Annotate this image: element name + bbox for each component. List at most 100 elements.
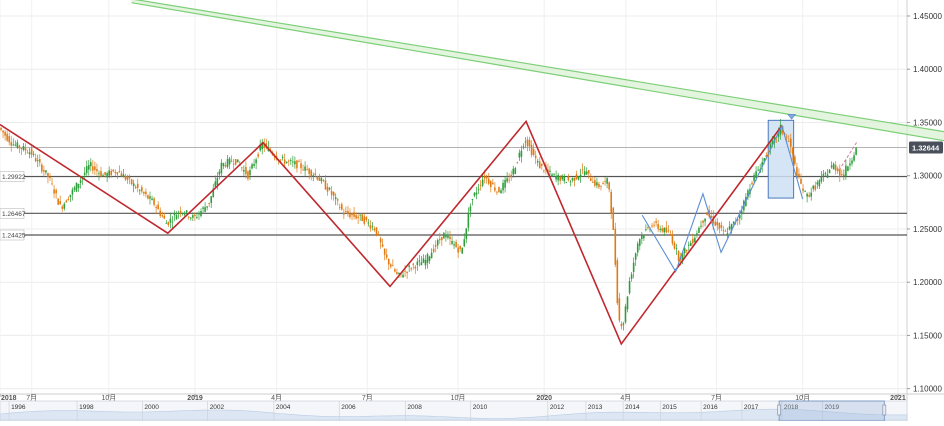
level-label: 1.26467	[2, 211, 26, 218]
candle-body	[338, 207, 341, 209]
candle-body	[526, 139, 529, 147]
candle-body	[714, 221, 717, 226]
candle-body	[369, 225, 372, 229]
candle-body	[355, 215, 357, 219]
candle-body	[555, 176, 557, 180]
candle-body	[128, 176, 131, 179]
navigator-window[interactable]	[778, 400, 885, 422]
navigator-label: 2008	[407, 404, 422, 411]
candle-body	[155, 207, 157, 209]
candle-body	[490, 181, 492, 188]
candle-body	[514, 168, 517, 174]
candle-body	[804, 191, 806, 192]
y-tick-label: 1.15000	[913, 331, 942, 340]
candle-body	[443, 232, 445, 239]
candle-body	[494, 187, 496, 191]
candle-body	[455, 242, 457, 248]
candle-body	[16, 142, 19, 148]
candle-body	[85, 166, 88, 174]
candle-body	[177, 212, 180, 214]
candle-body	[30, 148, 33, 155]
candle-body	[851, 160, 853, 164]
candle-body	[434, 245, 437, 247]
forex-chart[interactable]: 1.29922 1.26467 1.24425 1.45000 1.40000 1.35…	[0, 0, 944, 422]
navigator-label: 2014	[625, 404, 640, 411]
candle-body	[14, 144, 17, 146]
candle-body	[183, 214, 186, 216]
candle-body	[457, 247, 459, 253]
candle-body	[379, 238, 382, 243]
chart-canvas[interactable]: 1.29922 1.26467 1.24425 1.45000 1.40000 1.35…	[0, 0, 944, 422]
candle-body	[594, 180, 596, 186]
candle-body	[0, 127, 2, 130]
candle-body	[334, 197, 337, 200]
candle-body	[49, 176, 51, 178]
candle-body	[453, 244, 455, 246]
candle-body	[10, 142, 13, 146]
candle-body	[698, 227, 700, 234]
candle-body	[392, 265, 394, 267]
candle-body	[428, 256, 431, 261]
candle-body	[757, 169, 759, 171]
candle-body	[665, 227, 668, 233]
candle-body	[234, 159, 237, 165]
candle-body	[522, 146, 525, 148]
candle-body	[471, 199, 474, 200]
candle-body	[814, 185, 817, 190]
candle-body	[59, 201, 62, 205]
candle-body	[849, 163, 851, 166]
candle-body	[732, 221, 735, 224]
candle-body	[236, 159, 239, 163]
candle-body	[685, 250, 688, 252]
candle-body	[567, 176, 570, 181]
candle-body	[222, 163, 225, 167]
candle-body	[549, 170, 551, 172]
candle-body	[408, 265, 410, 267]
candle-body	[561, 175, 564, 180]
candle-body	[612, 207, 615, 230]
candle-body	[657, 223, 659, 229]
candle-body	[504, 179, 506, 188]
level-label: 1.29922	[2, 174, 26, 181]
candle-body	[187, 216, 190, 218]
candle-body	[524, 141, 527, 143]
candle-body	[704, 218, 706, 222]
candle-body	[94, 166, 96, 170]
candle-body	[71, 189, 74, 195]
navigator-left-handle[interactable]	[777, 404, 781, 416]
candle-body	[722, 230, 725, 232]
candle-body	[279, 159, 282, 161]
candle-body	[826, 174, 829, 178]
candle-body	[475, 192, 478, 195]
candle-body	[149, 196, 151, 199]
candle-body	[410, 268, 413, 270]
candle-body	[377, 233, 380, 235]
candle-body	[298, 161, 300, 162]
candle-body	[700, 225, 702, 227]
candle-body	[359, 214, 361, 216]
candle-body	[20, 148, 23, 150]
candle-body	[606, 178, 608, 184]
candle-body	[638, 239, 641, 246]
navigator[interactable]: 1996 1998 2000 2002 2004 2006 2008 2010 2012 2013…	[0, 400, 908, 422]
candle-body	[51, 183, 53, 185]
candle-body	[689, 242, 692, 246]
candle-body	[332, 191, 335, 196]
y-tick-label: 1.40000	[913, 65, 942, 74]
navigator-label: 2004	[276, 404, 291, 411]
candle-body	[306, 169, 308, 171]
candle-body	[255, 159, 257, 164]
candle-body	[102, 175, 104, 177]
candle-body	[573, 177, 576, 181]
candle-body	[587, 170, 590, 174]
candle-body	[841, 173, 843, 175]
navigator-right-handle[interactable]	[882, 404, 887, 416]
candle-body	[90, 162, 92, 167]
y-tick-label: 1.10000	[913, 385, 942, 394]
candle-body	[161, 215, 164, 217]
candle-body	[610, 191, 613, 214]
candle-body	[659, 228, 661, 231]
candle-body	[26, 152, 29, 154]
candle-body	[812, 185, 815, 189]
candle-body	[210, 196, 213, 203]
